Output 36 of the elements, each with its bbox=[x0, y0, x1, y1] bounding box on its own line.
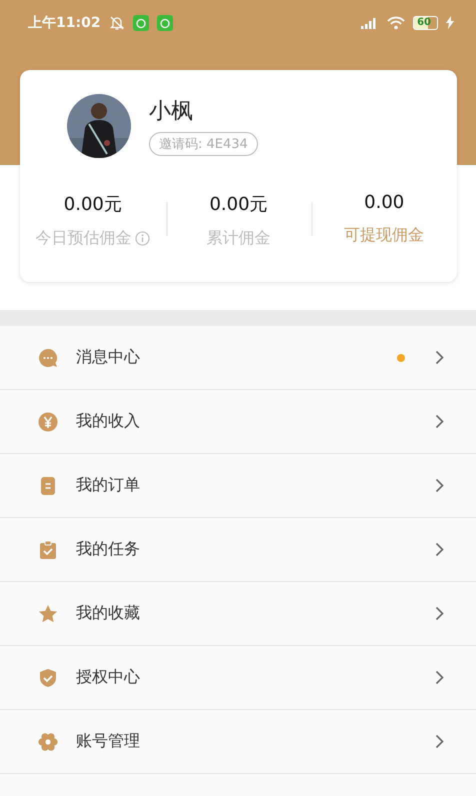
shield-icon bbox=[38, 668, 58, 688]
status-time: 上午11:02 bbox=[28, 14, 101, 32]
user-name: 小枫 bbox=[149, 98, 193, 126]
battery-indicator: 60 bbox=[413, 16, 438, 30]
invite-code: 邀请码: 4E434 bbox=[149, 132, 258, 156]
charging-icon bbox=[446, 16, 454, 29]
chevron-right-icon bbox=[435, 478, 444, 493]
chevron-right-icon bbox=[435, 414, 444, 429]
menu-label: 我的任务 bbox=[76, 539, 141, 560]
chevron-right-icon bbox=[435, 734, 444, 749]
menu-label: 我的收藏 bbox=[76, 603, 141, 624]
menu-label: 授权中心 bbox=[76, 667, 141, 688]
menu-label: 我的收入 bbox=[76, 411, 141, 432]
app-notification-icon bbox=[132, 14, 149, 30]
stat-value: 0.00 bbox=[364, 192, 404, 213]
menu-label: 账号管理 bbox=[76, 731, 141, 752]
app-notification-icon bbox=[156, 14, 173, 30]
stat-label: 今日预估佣金 bbox=[35, 228, 132, 249]
gear-icon bbox=[38, 732, 58, 752]
stat-value: 0.00元 bbox=[209, 193, 268, 216]
chevron-right-icon bbox=[435, 542, 444, 557]
clipboard-icon bbox=[38, 476, 58, 496]
info-icon[interactable] bbox=[135, 231, 150, 246]
chat-bubble-icon bbox=[38, 348, 58, 368]
stat-value: 0.00元 bbox=[64, 193, 122, 216]
wifi-icon bbox=[387, 16, 406, 30]
menu-label: 消息中心 bbox=[76, 347, 141, 368]
stat-label: 累计佣金 bbox=[206, 228, 270, 249]
chevron-right-icon bbox=[435, 606, 444, 621]
bell-off-icon bbox=[108, 14, 125, 30]
menu-label: 我的订单 bbox=[76, 475, 141, 496]
yen-icon bbox=[38, 412, 58, 432]
checklist-icon bbox=[38, 540, 58, 560]
star-icon bbox=[38, 604, 58, 624]
chevron-right-icon bbox=[435, 670, 444, 685]
chevron-right-icon bbox=[435, 350, 444, 365]
